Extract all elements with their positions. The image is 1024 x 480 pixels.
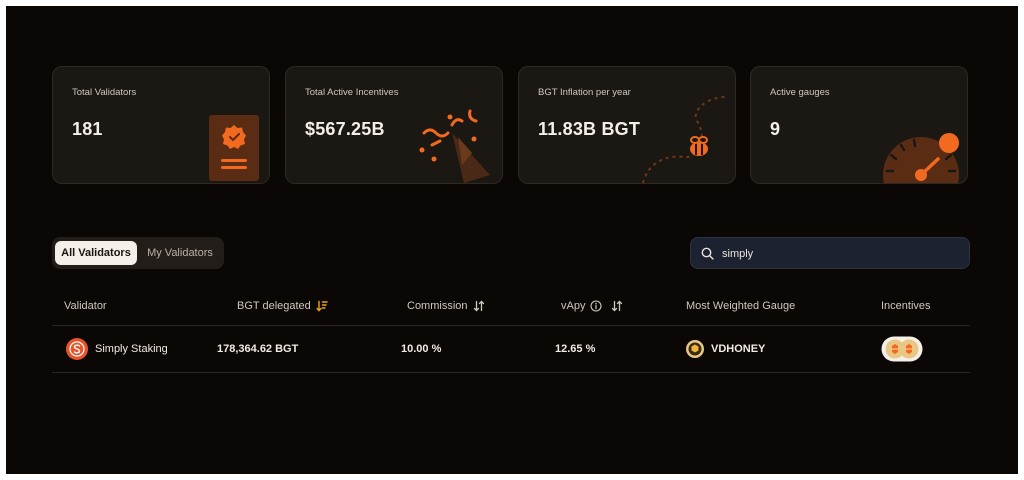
confetti-icon xyxy=(419,109,490,183)
stat-card-total-active-incentives: Total Active Incentives $567.25B xyxy=(285,66,503,184)
table-header-divider xyxy=(52,325,970,326)
column-header-validator: Validator xyxy=(64,300,107,312)
gauge-name: VDHONEY xyxy=(711,343,766,355)
validator-cell[interactable]: Simply Staking xyxy=(66,338,168,360)
tab-all-validators[interactable]: All Validators xyxy=(55,241,137,265)
column-header-vapy[interactable]: vApy xyxy=(561,300,623,312)
search-input[interactable] xyxy=(720,243,964,265)
table-row-divider xyxy=(52,372,970,373)
incentives-cell[interactable] xyxy=(881,336,923,362)
sort-icon[interactable] xyxy=(611,300,623,312)
validator-badge-icon xyxy=(209,115,259,181)
stat-card-active-gauges: Active gauges 9 xyxy=(750,66,968,184)
stat-value: 9 xyxy=(770,119,781,139)
commission-cell: 10.00 % xyxy=(401,343,442,355)
stat-label: Total Active Incentives xyxy=(305,87,399,98)
gauge-icon xyxy=(883,133,959,183)
sort-desc-icon[interactable] xyxy=(316,300,328,312)
validator-name: Simply Staking xyxy=(95,343,168,355)
sort-icon[interactable] xyxy=(473,300,485,312)
vapy-cell: 12.65 % xyxy=(555,343,596,355)
honeycomb-token-icon xyxy=(686,340,704,358)
simply-staking-logo-icon xyxy=(66,338,88,360)
gauge-cell[interactable]: VDHONEY xyxy=(686,340,765,358)
stat-value: 11.83B BGT xyxy=(538,119,641,139)
stat-label: BGT Inflation per year xyxy=(538,87,631,98)
stat-label: Total Validators xyxy=(72,87,137,98)
bee-icon xyxy=(642,96,726,183)
validator-tabs: All Validators My Validators xyxy=(52,237,224,269)
info-icon[interactable] xyxy=(590,300,603,312)
bgt-delegated-cell: 178,364.62 BGT xyxy=(217,343,299,355)
tab-my-validators[interactable]: My Validators xyxy=(140,241,220,265)
search-box[interactable] xyxy=(690,237,970,269)
column-header-incentives: Incentives xyxy=(881,300,931,312)
stat-card-total-validators: Total Validators 181 xyxy=(52,66,270,184)
column-header-commission[interactable]: Commission xyxy=(407,300,485,312)
search-icon xyxy=(701,247,714,260)
stat-value: $567.25B xyxy=(305,119,385,139)
stat-value: 181 xyxy=(72,119,103,139)
stat-label: Active gauges xyxy=(770,87,830,98)
column-header-bgt-delegated[interactable]: BGT delegated xyxy=(237,300,328,312)
stat-card-bgt-inflation: BGT Inflation per year 11.83B BGT xyxy=(518,66,736,184)
honeycomb-incentive-tokens-icon[interactable] xyxy=(881,336,923,362)
column-header-most-weighted-gauge: Most Weighted Gauge xyxy=(686,300,796,312)
